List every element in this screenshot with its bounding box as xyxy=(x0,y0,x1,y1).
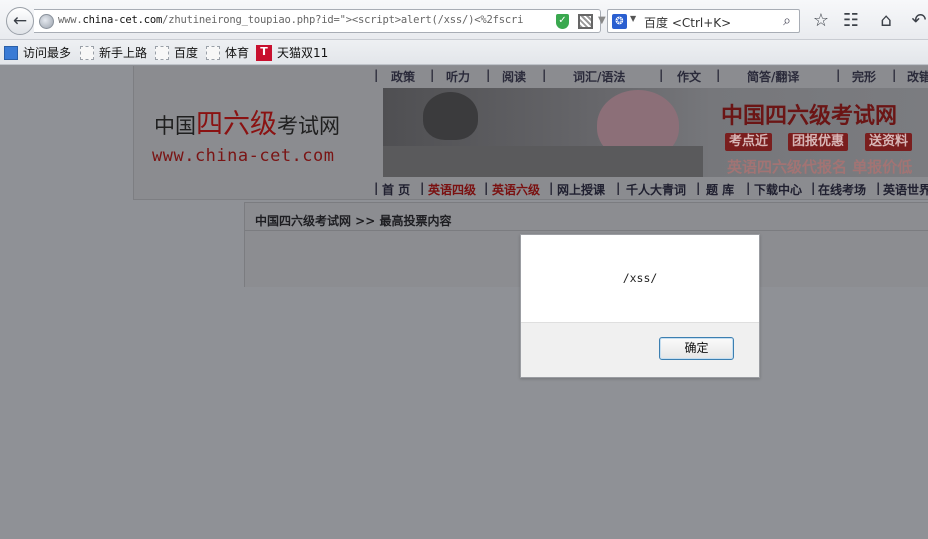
subnav-item-cet6[interactable]: 英语六级 xyxy=(492,181,540,198)
subnav-item-vocabulary[interactable]: 千人大青词 xyxy=(626,181,686,198)
nav-separator: | xyxy=(696,181,701,195)
alert-dialog: /xss/ 确定 xyxy=(520,234,760,378)
nav-separator: | xyxy=(420,181,425,195)
subnav-item-english-world[interactable]: 英语世界 xyxy=(883,181,928,198)
logo-prefix: 中国 xyxy=(154,114,196,138)
search-engine-dropdown-icon[interactable]: ▼ xyxy=(630,14,636,23)
page-content: 中国四六级考试网 www.china-cet.com | 政策 | 听力 | 阅… xyxy=(0,66,928,539)
subnav-item-downloads[interactable]: 下载中心 xyxy=(754,181,802,198)
url-domain: china-cet.com xyxy=(82,14,163,26)
banner-photo-desk xyxy=(383,146,703,177)
logo-suffix: 考试网 xyxy=(277,114,340,138)
nav-separator: | xyxy=(659,68,664,82)
nav-separator: | xyxy=(486,68,491,82)
nav-separator: | xyxy=(836,68,841,82)
nav-separator: | xyxy=(716,68,721,82)
subnav-item-online-exam[interactable]: 在线考场 xyxy=(818,181,866,198)
nav-item-translation[interactable]: 简答/翻译 xyxy=(747,68,799,85)
bookmark-tmall[interactable]: T 天猫双11 xyxy=(256,44,328,61)
subnav-item-question-bank[interactable]: 题 库 xyxy=(706,181,734,198)
search-box[interactable]: ❂ ▼ 百度 <Ctrl+K> ⌕ xyxy=(607,9,800,33)
nav-separator: | xyxy=(811,181,816,195)
divider xyxy=(245,230,928,231)
undo-icon[interactable]: ↶ xyxy=(908,10,928,32)
back-button[interactable]: ← xyxy=(6,7,34,35)
globe-icon xyxy=(39,14,54,29)
nav-item-error-correction[interactable]: 改错 xyxy=(907,68,928,85)
subnav-item-home[interactable]: 首 页 xyxy=(382,181,410,198)
nav-item-writing[interactable]: 作文 xyxy=(677,68,701,85)
nav-item-reading[interactable]: 阅读 xyxy=(502,68,526,85)
banner-subtitle: 英语四六级代报名 单报价低 xyxy=(727,158,913,176)
bookmark-most-visited[interactable]: 访问最多 xyxy=(4,44,71,61)
banner-tag: 考点近 xyxy=(725,133,773,151)
nav-separator: | xyxy=(616,181,621,195)
page-icon xyxy=(206,45,220,60)
breadcrumb: 中国四六级考试网 >> 最高投票内容 xyxy=(255,214,452,228)
nav-separator: | xyxy=(374,68,379,82)
bookmark-sports[interactable]: 体育 xyxy=(206,44,249,61)
banner-tag: 团报优惠 xyxy=(788,133,849,151)
back-arrow-icon: ← xyxy=(12,11,28,31)
nav-separator: | xyxy=(484,181,489,195)
banner-tag: 送资料 xyxy=(865,133,913,151)
bookmark-getting-started[interactable]: 新手上路 xyxy=(80,44,147,61)
site-logo[interactable]: 中国四六级考试网 www.china-cet.com xyxy=(134,66,382,200)
page-icon xyxy=(80,45,94,60)
subnav-item-online-course[interactable]: 网上授课 xyxy=(557,181,605,198)
tmall-icon: T xyxy=(256,44,272,61)
address-bar[interactable]: www.china-cet.com/zhutineirong_toupiao.p… xyxy=(34,9,629,33)
url-path: /zhutineirong_toupiao.php?id="><script>a… xyxy=(162,14,524,26)
shield-icon[interactable]: ✓ xyxy=(556,14,569,29)
search-placeholder[interactable]: 百度 <Ctrl+K> xyxy=(644,14,731,31)
nav-separator: | xyxy=(892,68,897,82)
url-text[interactable]: www.china-cet.com/zhutineirong_toupiao.p… xyxy=(58,14,546,26)
nav-separator: | xyxy=(542,68,547,82)
bookmarks-bar: 访问最多 新手上路 百度 体育 T 天猫双11 xyxy=(0,40,928,65)
star-icon[interactable]: ☆ xyxy=(810,10,832,32)
nav-item-listening[interactable]: 听力 xyxy=(446,68,470,85)
home-icon[interactable]: ⌂ xyxy=(875,10,897,32)
bookmark-label: 访问最多 xyxy=(23,46,72,60)
folder-icon xyxy=(4,45,18,60)
nav-item-policy[interactable]: 政策 xyxy=(391,68,415,85)
url-prefix: www. xyxy=(58,14,83,26)
logo-title: 中国四六级考试网 xyxy=(154,102,340,141)
subnav-item-cet4[interactable]: 英语四级 xyxy=(428,181,476,198)
nav-separator: | xyxy=(549,181,554,195)
nav-separator: | xyxy=(430,68,435,82)
bookmark-label: 天猫双11 xyxy=(277,46,329,60)
alert-message: /xss/ xyxy=(622,271,658,285)
baidu-icon[interactable]: ❂ xyxy=(612,14,627,29)
site-header: 中国四六级考试网 www.china-cet.com | 政策 | 听力 | 阅… xyxy=(133,66,928,200)
ok-button[interactable]: 确定 xyxy=(659,337,734,360)
bookmark-label: 体育 xyxy=(225,46,250,60)
logo-url: www.china-cet.com xyxy=(152,146,335,166)
bookmark-label: 新手上路 xyxy=(99,46,148,60)
banner-title: 中国四六级考试网 xyxy=(721,104,898,129)
banner-photo-student xyxy=(423,92,478,140)
nav-separator: | xyxy=(746,181,751,195)
nav-item-cloze[interactable]: 完形 xyxy=(852,68,876,85)
nav-separator: | xyxy=(876,181,881,195)
qr-code-icon[interactable] xyxy=(578,14,593,29)
reader-icon[interactable]: ☷ xyxy=(840,10,862,32)
nav-item-vocab-grammar[interactable]: 词汇/语法 xyxy=(573,68,625,85)
magnifier-icon[interactable]: ⌕ xyxy=(779,13,795,29)
page-icon xyxy=(155,45,169,60)
bookmark-baidu[interactable]: 百度 xyxy=(155,44,198,61)
ad-banner[interactable]: 中国四六级考试网 考点近 团报优惠 送资料 英语四六级代报名 单报价低 xyxy=(383,88,928,177)
browser-toolbar: ← www.china-cet.com/zhutineirong_toupiao… xyxy=(0,0,928,40)
nav-separator: | xyxy=(374,181,379,195)
logo-highlight: 四六级 xyxy=(196,109,277,140)
bookmark-label: 百度 xyxy=(174,46,199,60)
dialog-footer: 确定 xyxy=(521,322,759,377)
